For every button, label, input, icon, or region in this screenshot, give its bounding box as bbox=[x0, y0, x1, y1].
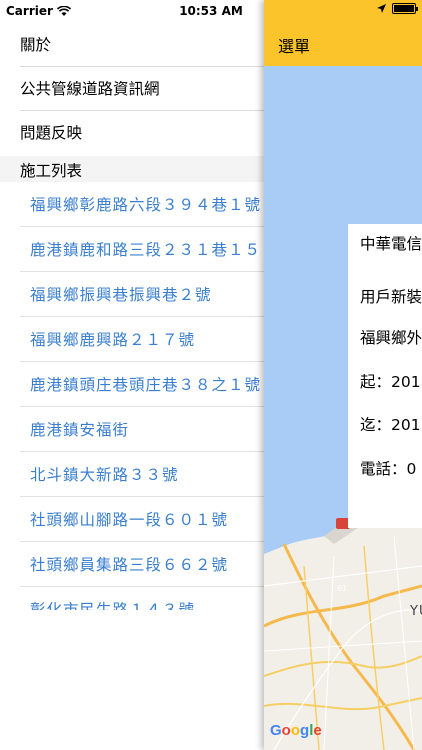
info-start-date: 起：201 bbox=[360, 373, 421, 391]
info-callout[interactable]: 中華電信 用戶新裝 福興鄉外 起：201 迄：201 電話：0 bbox=[348, 224, 422, 528]
list-item-label: 鹿港鎮頭庄巷頭庄巷３８之１號 bbox=[30, 376, 262, 394]
road-shield-label: 61 bbox=[337, 584, 348, 593]
list-item[interactable]: 鹿港鎮鹿和路三段２３１巷１５ bbox=[0, 227, 264, 272]
status-time: 10:53 AM bbox=[179, 4, 243, 18]
battery-fill bbox=[394, 5, 414, 12]
google-logo: Google bbox=[270, 722, 322, 739]
list-item-label: 鹿港鎮鹿和路三段２３１巷１５ bbox=[30, 241, 262, 259]
list-item[interactable]: 社頭鄉山腳路一段６０１號 bbox=[0, 497, 264, 542]
menu-item-pipeline-info[interactable]: 公共管線道路資訊網 bbox=[20, 66, 264, 110]
menu-item-label: 問題反映 bbox=[20, 124, 83, 142]
list-item-label: 福興鄉振興巷振興巷２號 bbox=[30, 286, 212, 304]
map-place-label: YUNL bbox=[410, 604, 422, 619]
status-bar: Carrier 10:53 AM bbox=[0, 0, 422, 22]
info-company: 中華電信 bbox=[360, 235, 422, 253]
list-item[interactable]: 北斗鎮大新路３３號 bbox=[0, 452, 264, 497]
battery-icon bbox=[392, 3, 418, 14]
info-type: 用戶新裝 bbox=[360, 288, 422, 306]
list-item[interactable]: 福興鄉鹿興路２１７號 bbox=[0, 317, 264, 362]
list-item-label: 鹿港鎮安福街 bbox=[30, 421, 130, 439]
info-end-date: 迄：201 bbox=[360, 416, 421, 434]
construction-list[interactable]: 福興鄉彰鹿路六段３９４巷１號 鹿港鎮鹿和路三段２３１巷１５ 福興鄉振興巷振興巷２… bbox=[0, 182, 264, 610]
location-arrow-icon bbox=[377, 4, 386, 13]
list-item[interactable]: 鹿港鎮安福街 bbox=[0, 407, 264, 452]
list-item-label: 北斗鎮大新路３３號 bbox=[30, 466, 179, 484]
list-item[interactable]: 社頭鄉員集路三段６６２號 bbox=[0, 542, 264, 587]
info-location: 福興鄉外 bbox=[360, 329, 422, 347]
list-item-label: 福興鄉彰鹿路六段３９４巷１號 bbox=[30, 196, 262, 214]
list-item-label: 社頭鄉員集路三段６６２號 bbox=[30, 556, 229, 574]
list-item-label: 福興鄉鹿興路２１７號 bbox=[30, 331, 196, 349]
list-item-label: 社頭鄉山腳路一段６０１號 bbox=[30, 511, 229, 529]
menu-item-label: 公共管線道路資訊網 bbox=[20, 80, 160, 98]
menu-item-label: 關於 bbox=[20, 36, 52, 54]
menu-item-feedback[interactable]: 問題反映 bbox=[20, 110, 264, 154]
nav-menu-button[interactable]: 選單 bbox=[278, 33, 310, 57]
section-header-construction: 施工列表 bbox=[0, 156, 264, 182]
menu-item-about[interactable]: 關於 bbox=[20, 22, 264, 66]
list-item[interactable]: 鹿港鎮頭庄巷頭庄巷３８之１號 bbox=[0, 362, 264, 407]
list-item[interactable]: 福興鄉彰鹿路六段３９４巷１號 bbox=[0, 182, 264, 227]
main-panel: 選單 61 中華電信 用戶新裝 福興鄉外 起：201 迄：201 電話：0 Y … bbox=[264, 0, 422, 750]
list-item-label: 彰化市民生路１４３號 bbox=[30, 601, 196, 610]
info-phone: 電話：0 bbox=[360, 460, 417, 478]
list-item[interactable]: 福興鄉振興巷振興巷２號 bbox=[0, 272, 264, 317]
section-header-label: 施工列表 bbox=[20, 162, 83, 180]
list-item[interactable]: 彰化市民生路１４３號 bbox=[0, 587, 264, 610]
side-menu: 關於 公共管線道路資訊網 問題反映 施工列表 福興鄉彰鹿路六段３９４巷１號 鹿港… bbox=[0, 0, 264, 750]
status-right bbox=[377, 3, 418, 14]
